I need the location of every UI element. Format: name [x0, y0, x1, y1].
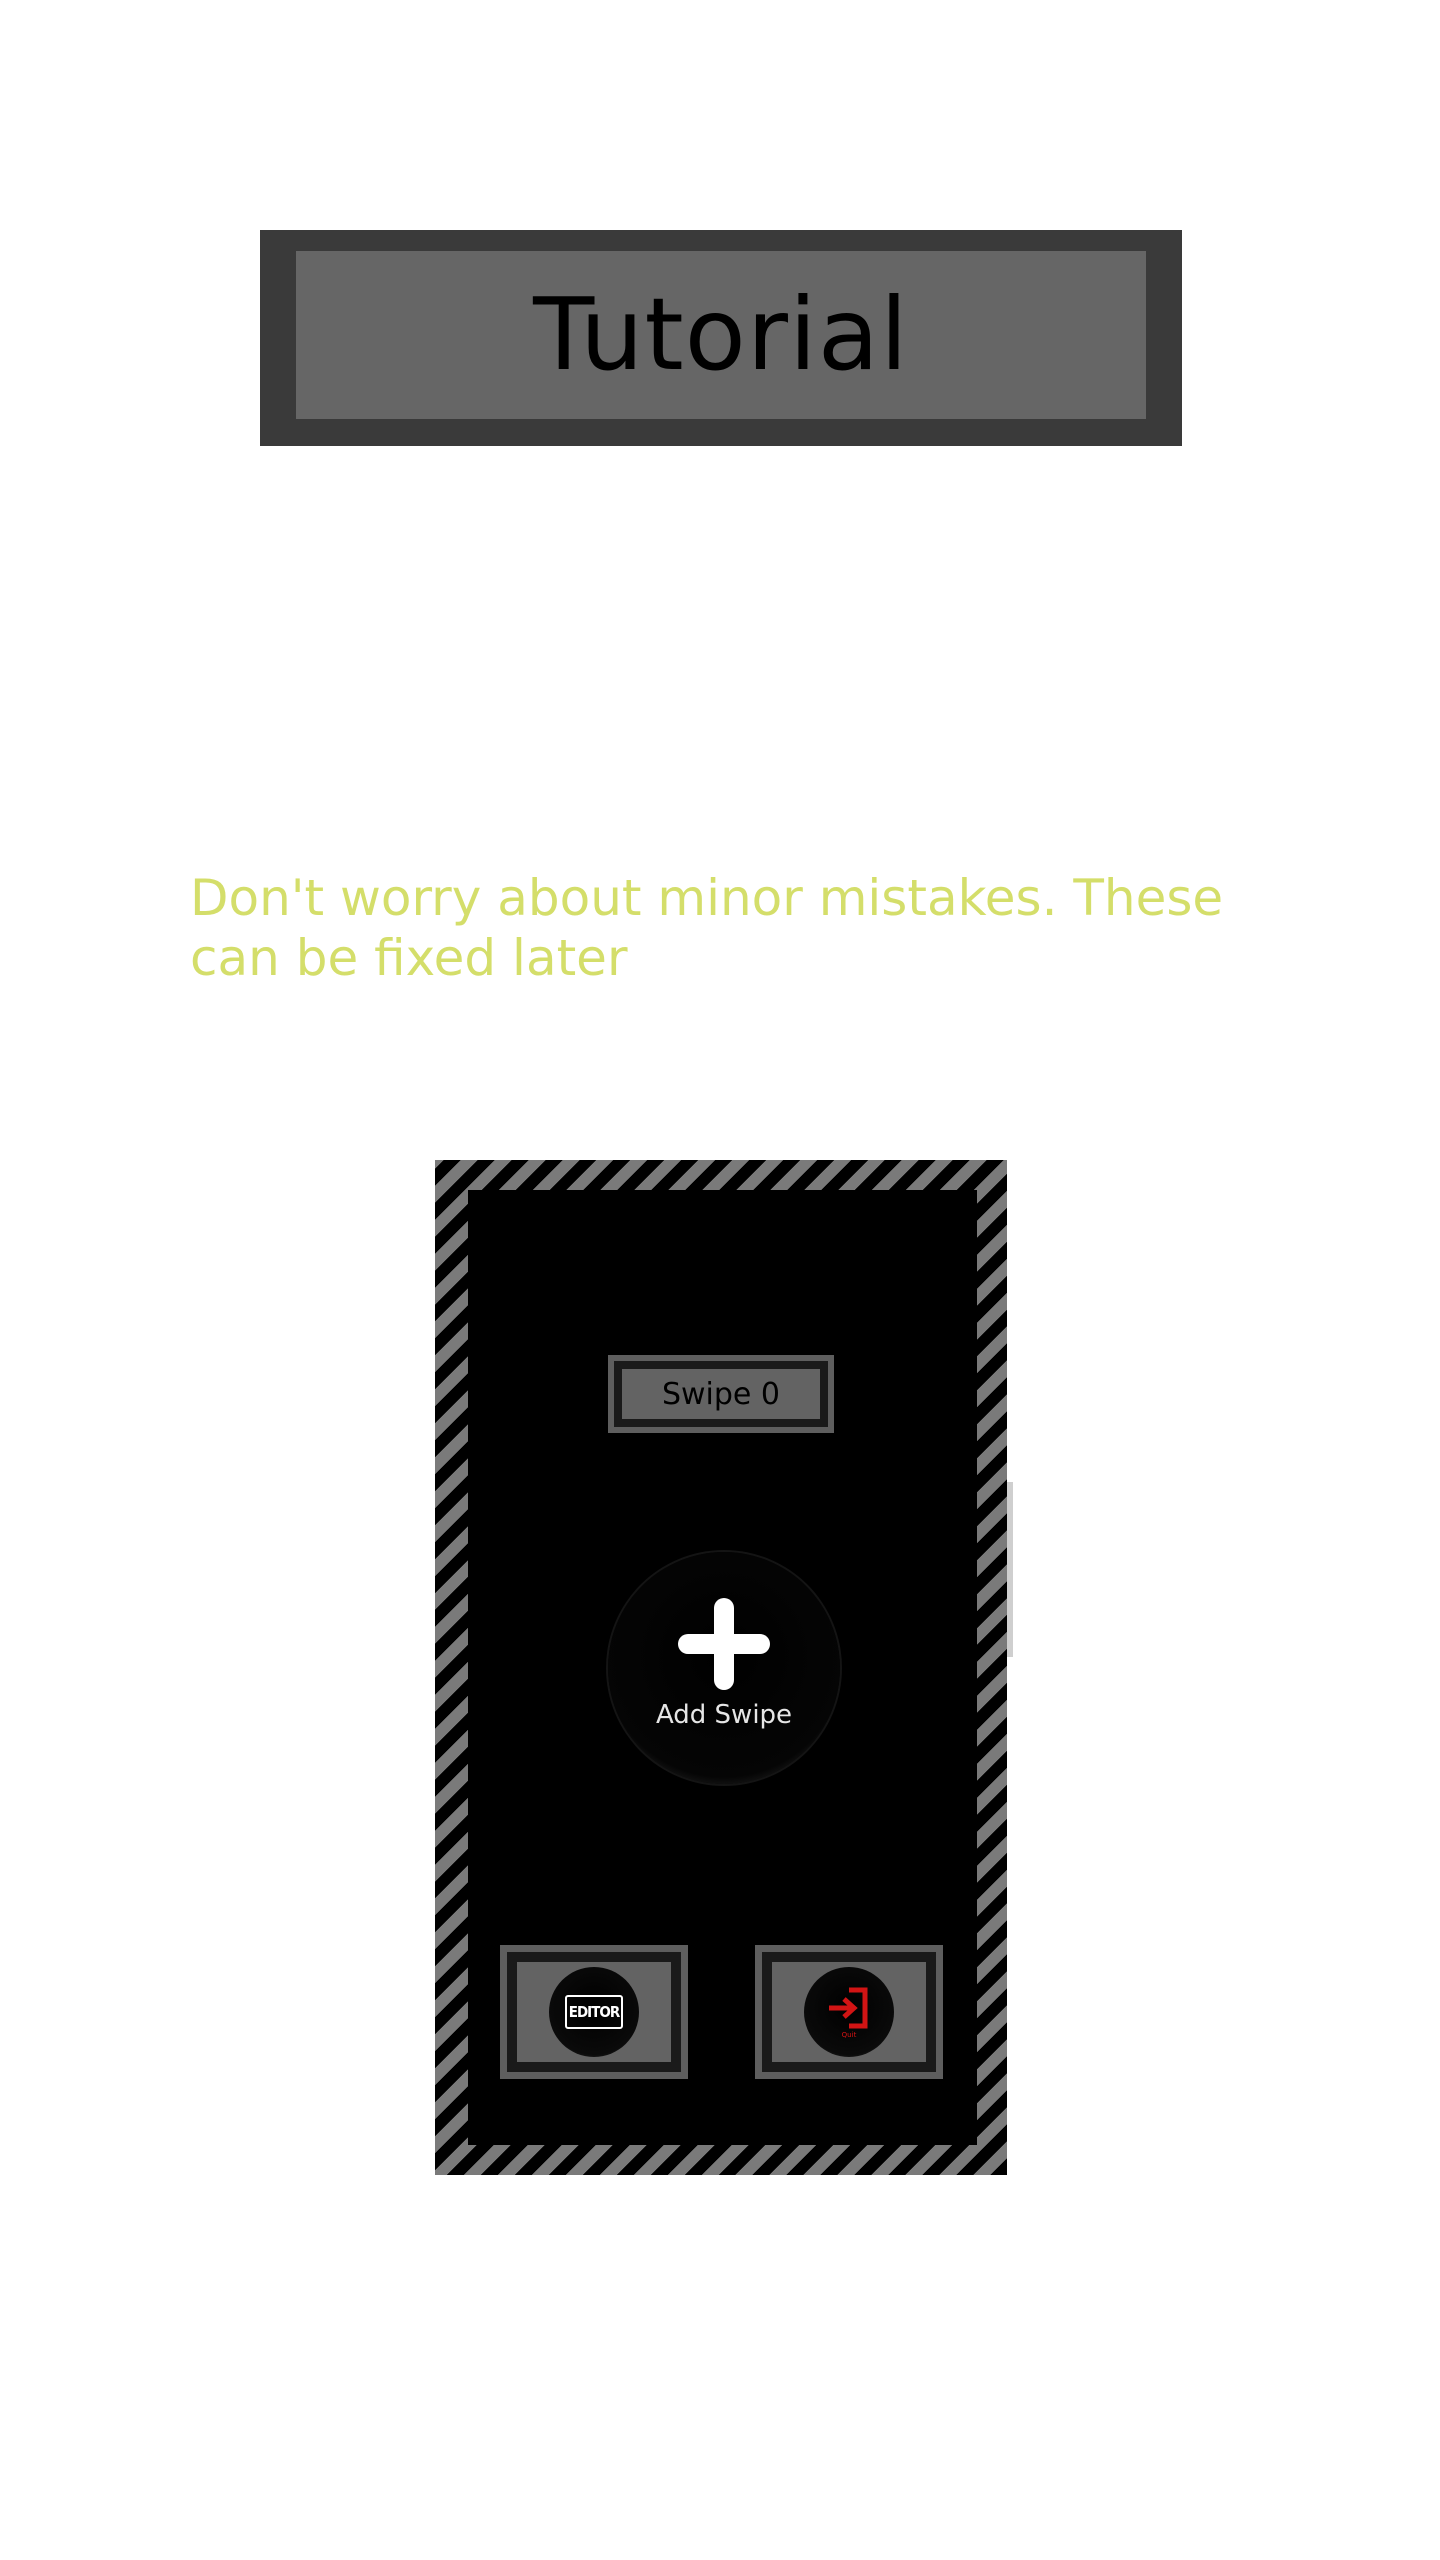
add-swipe-button[interactable]: Add Swipe [608, 1552, 840, 1784]
tutorial-page: Tutorial Don't worry about minor mistake… [0, 0, 1440, 2560]
title-banner: Tutorial [260, 230, 1182, 446]
plus-icon [678, 1598, 770, 1690]
quit-button[interactable]: Quit [755, 1945, 943, 2079]
editor-button[interactable]: EDITOR [500, 1945, 688, 2079]
side-edge-sliver [1007, 1482, 1013, 1657]
page-title: Tutorial [533, 276, 909, 393]
editor-icon-label: EDITOR [565, 1995, 623, 2029]
editor-icon: EDITOR [549, 1967, 639, 2057]
exit-icon [829, 1987, 868, 2028]
swipe-counter-badge: Swipe 0 [608, 1355, 834, 1433]
tutorial-hint-text: Don't worry about minor mistakes. These … [190, 869, 1224, 987]
add-swipe-label: Add Swipe [655, 1700, 793, 1730]
quit-caption: Quit [841, 2030, 857, 2039]
phone-preview-screen: Swipe 0 Add Swipe EDITOR Quit [468, 1190, 977, 2145]
title-banner-inner: Tutorial [296, 251, 1146, 419]
swipe-counter-label: Swipe 0 [622, 1369, 820, 1419]
phone-preview-frame: Swipe 0 Add Swipe EDITOR Quit [435, 1160, 1013, 2175]
